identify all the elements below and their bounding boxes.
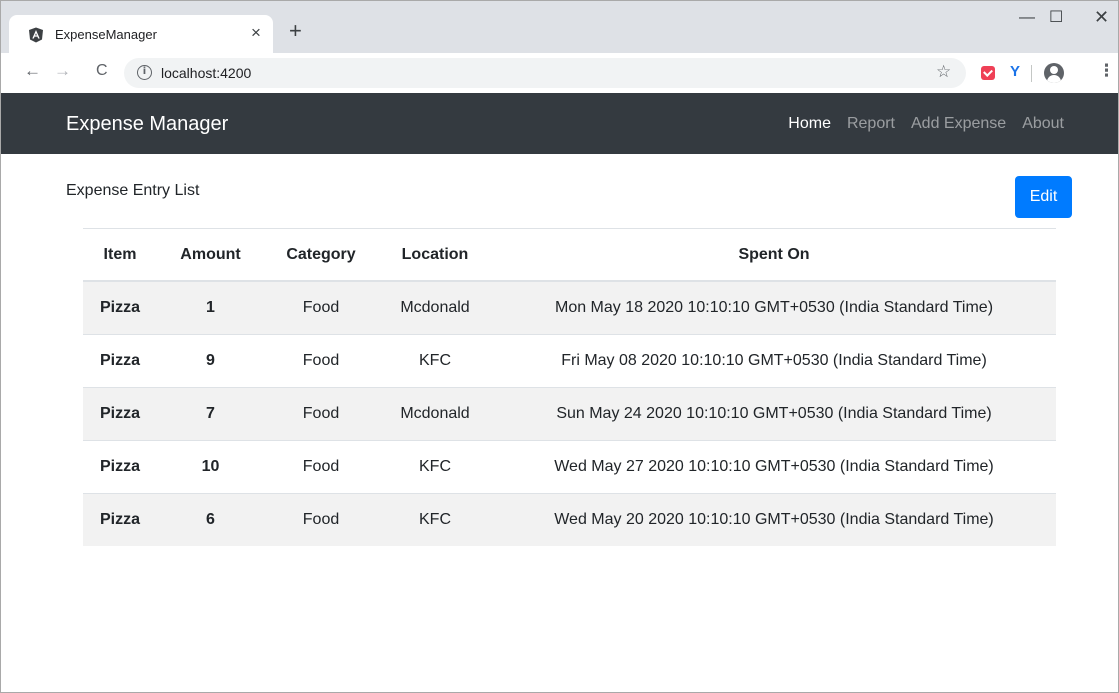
cell-item: Pizza	[83, 386, 157, 440]
nav-links: Home Report Add Expense About	[788, 115, 1064, 133]
table-row: Pizza 6 Food KFC Wed May 20 2020 10:10:1…	[83, 492, 1056, 546]
cell-location: KFC	[378, 492, 492, 546]
cell-location: KFC	[378, 333, 492, 387]
cell-item: Pizza	[83, 280, 157, 334]
cell-category: Food	[264, 333, 378, 387]
back-arrow-icon[interactable]: ←	[24, 62, 41, 79]
nav-link-about[interactable]: About	[1022, 115, 1064, 133]
angular-favicon-icon	[29, 27, 43, 43]
cell-amount: 10	[157, 439, 264, 493]
page-title: Expense Entry List	[66, 182, 200, 199]
cell-amount: 7	[157, 386, 264, 440]
cell-item: Pizza	[83, 492, 157, 546]
app-navbar: Expense Manager Home Report Add Expense …	[1, 93, 1118, 154]
menu-icon[interactable]: ⋮	[1098, 62, 1115, 79]
cell-item: Pizza	[83, 333, 157, 387]
cell-spent-on: Wed May 20 2020 10:10:10 GMT+0530 (India…	[492, 492, 1056, 546]
tab-title: ExpenseManager	[55, 27, 157, 42]
browser-toolbar: ← → C i localhost:4200 ☆ Y ⋮	[1, 53, 1118, 93]
cell-location: Mcdonald	[378, 280, 492, 334]
cell-amount: 9	[157, 333, 264, 387]
expense-table: Item Amount Category Location Spent On P…	[83, 230, 1056, 546]
reload-icon[interactable]: C	[96, 63, 108, 79]
info-icon[interactable]: i	[137, 65, 152, 80]
forward-arrow-icon[interactable]: →	[54, 62, 71, 79]
maximize-icon[interactable]: ☐	[1049, 10, 1063, 26]
cell-item: Pizza	[83, 439, 157, 493]
address-bar[interactable]: i localhost:4200 ☆	[124, 58, 966, 88]
column-header-spent-on: Spent On	[492, 230, 1056, 282]
cell-category: Food	[264, 492, 378, 546]
cell-category: Food	[264, 386, 378, 440]
table-header-row: Item Amount Category Location Spent On	[83, 230, 1056, 282]
cell-spent-on: Sun May 24 2020 10:10:10 GMT+0530 (India…	[492, 386, 1056, 440]
edit-button[interactable]: Edit	[1015, 176, 1072, 218]
tab-strip: ExpenseManager × + — ☐ ✕	[1, 1, 1118, 53]
profile-icon[interactable]	[1044, 63, 1064, 83]
table-row: Pizza 1 Food Mcdonald Mon May 18 2020 10…	[83, 280, 1056, 334]
table-row: Pizza 7 Food Mcdonald Sun May 24 2020 10…	[83, 386, 1056, 440]
browser-tab[interactable]: ExpenseManager ×	[9, 15, 273, 53]
column-header-category: Category	[264, 230, 378, 282]
cell-amount: 1	[157, 280, 264, 334]
table-row: Pizza 9 Food KFC Fri May 08 2020 10:10:1…	[83, 333, 1056, 387]
tab-close-icon[interactable]: ×	[251, 24, 261, 41]
column-header-location: Location	[378, 230, 492, 282]
star-icon[interactable]: ☆	[936, 63, 951, 80]
cell-spent-on: Wed May 27 2020 10:10:10 GMT+0530 (India…	[492, 439, 1056, 493]
cell-spent-on: Fri May 08 2020 10:10:10 GMT+0530 (India…	[492, 333, 1056, 387]
cell-location: Mcdonald	[378, 386, 492, 440]
nav-link-home[interactable]: Home	[788, 115, 831, 133]
browser-window: ExpenseManager × + — ☐ ✕ ← → C i localho…	[0, 0, 1119, 693]
column-header-amount: Amount	[157, 230, 264, 282]
column-header-item: Item	[83, 230, 157, 282]
toolbar-divider	[1031, 65, 1032, 82]
brand-title[interactable]: Expense Manager	[66, 113, 228, 136]
y-extension-icon[interactable]: Y	[1010, 64, 1020, 79]
cell-spent-on: Mon May 18 2020 10:10:10 GMT+0530 (India…	[492, 280, 1056, 334]
cell-category: Food	[264, 439, 378, 493]
divider	[83, 228, 1056, 229]
minimize-icon[interactable]: —	[1019, 10, 1035, 26]
close-window-icon[interactable]: ✕	[1094, 8, 1109, 26]
new-tab-icon[interactable]: +	[289, 20, 302, 42]
table-row: Pizza 10 Food KFC Wed May 27 2020 10:10:…	[83, 439, 1056, 493]
url-text[interactable]: localhost:4200	[161, 65, 251, 81]
cell-amount: 6	[157, 492, 264, 546]
cell-category: Food	[264, 280, 378, 334]
nav-link-report[interactable]: Report	[847, 115, 895, 133]
nav-link-add-expense[interactable]: Add Expense	[911, 115, 1006, 133]
pocket-extension-icon[interactable]	[981, 66, 995, 80]
cell-location: KFC	[378, 439, 492, 493]
